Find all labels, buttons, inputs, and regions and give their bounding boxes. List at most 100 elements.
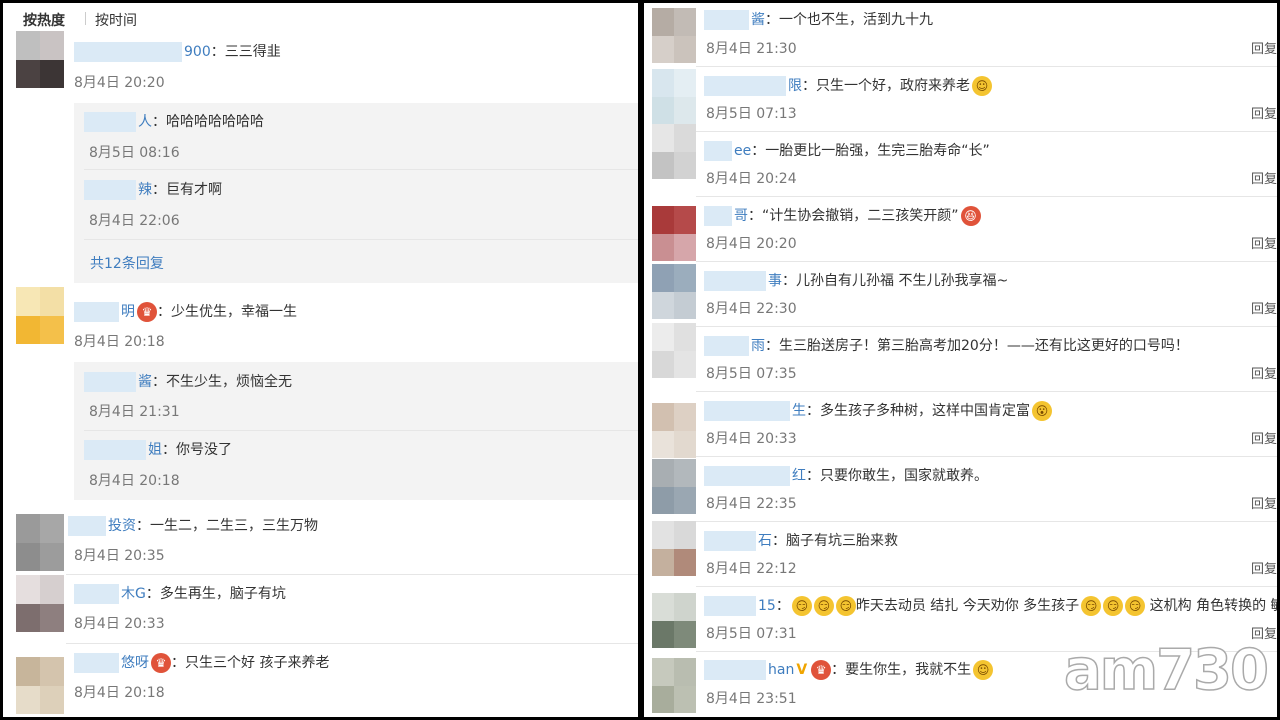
view-all-replies-link[interactable]: 共12条回复 (90, 253, 164, 273)
comment-line: 哥：“计生协会撤销，二三孩笑开颜” 😆 (704, 205, 981, 226)
blurred-username (74, 653, 119, 673)
avatar[interactable] (16, 287, 64, 344)
blurred-username (704, 401, 790, 421)
reply-text: 巨有才啊 (166, 182, 222, 198)
reply-username[interactable]: 姐 (148, 442, 162, 458)
comment-username[interactable]: 石 (758, 533, 772, 549)
avatar[interactable] (652, 521, 696, 576)
blurred-username (704, 531, 756, 551)
comment-username[interactable]: 900 (184, 44, 211, 60)
avatar[interactable] (652, 323, 696, 378)
reply-button[interactable]: 回复 (1251, 558, 1277, 577)
divider (84, 169, 638, 170)
comment-text: “计生协会撤销，二三孩笑开颜” (762, 208, 959, 224)
reply-username[interactable]: 辣 (138, 182, 152, 198)
avatar[interactable] (652, 593, 696, 648)
avatar[interactable] (652, 69, 696, 124)
comment-text: 一生二，二生三，三生万物 (150, 518, 318, 534)
avatar[interactable] (16, 514, 64, 571)
comment-username[interactable]: 投资 (108, 518, 136, 534)
avatar[interactable] (16, 657, 64, 714)
blurred-username (704, 206, 732, 226)
divider (696, 521, 1277, 522)
smirk-emoji-icon: 😏 (791, 596, 812, 616)
avatar[interactable] (652, 8, 696, 63)
reply-time: 8月5日 08:16 (89, 145, 180, 161)
comment-line: 投资：一生二，二生三，三生万物 (68, 515, 318, 536)
comment-time: 8月4日 23:51 (706, 691, 797, 707)
avatar[interactable] (652, 124, 696, 179)
emoji-icon: ☺ (973, 660, 994, 680)
blurred-username (704, 271, 766, 291)
comment-time: 8月5日 07:13 (706, 106, 797, 122)
laughing-emoji-icon: 😆 (960, 206, 981, 226)
avatar[interactable] (652, 264, 696, 319)
comment-line: 明 ♛ ：少生优生，幸福一生 (74, 301, 297, 322)
comment-username[interactable]: 木G (121, 586, 146, 602)
blurred-username (704, 596, 756, 616)
tab-divider (85, 12, 86, 25)
blurred-username (704, 336, 749, 356)
reply-username[interactable]: 人 (138, 114, 152, 130)
avatar[interactable] (16, 31, 64, 88)
comment-username[interactable]: 红 (792, 468, 806, 484)
comment-username[interactable]: 悠呀 (121, 655, 149, 671)
blurred-username (74, 584, 119, 604)
comment-text: 少生优生，幸福一生 (171, 304, 297, 320)
comment-line: 悠呀 ♛ ：只生三个好 孩子来养老 (74, 652, 329, 673)
reply-line: 辣：巨有才啊 (84, 179, 222, 200)
comment-line: 限：只生一个好，政府来养老 ☺ (704, 75, 992, 96)
comment-time: 8月5日 07:35 (706, 366, 797, 382)
reply-button[interactable]: 回复 (1251, 363, 1277, 382)
avatar[interactable] (652, 403, 696, 458)
comment-time: 8月4日 20:35 (74, 548, 165, 564)
comment-username[interactable]: 15 (758, 598, 776, 614)
avatar[interactable] (16, 575, 64, 632)
blurred-username (84, 180, 136, 200)
blurred-username (68, 516, 106, 536)
avatar[interactable] (652, 206, 696, 261)
reply-button[interactable]: 回复 (1251, 428, 1277, 447)
smirk-emoji-icon: 😏 (1081, 596, 1102, 616)
reply-username[interactable]: 酱 (138, 374, 152, 390)
comment-username[interactable]: 限 (788, 78, 802, 94)
reply-button[interactable]: 回复 (1251, 493, 1277, 512)
divider (696, 131, 1277, 132)
comment-line: 900：三三得韭 (74, 41, 281, 62)
comment-username[interactable]: han (768, 662, 794, 678)
reply-button[interactable]: 回复 (1251, 233, 1277, 252)
comment-text-cont: 这机构 角色转换的 敏 (1149, 598, 1277, 614)
avatar[interactable] (652, 459, 696, 514)
tab-sort-by-hot[interactable]: 按热度 (23, 10, 65, 30)
blurred-username (704, 466, 790, 486)
comment-username[interactable]: 酱 (751, 12, 765, 28)
comment-username[interactable]: ee (734, 143, 751, 159)
comment-time: 8月4日 22:12 (706, 561, 797, 577)
blurred-username (84, 372, 136, 392)
avatar[interactable] (652, 658, 696, 713)
comment-username[interactable]: 生 (792, 403, 806, 419)
divider (696, 196, 1277, 197)
comment-text: 一个也不生，活到九十九 (779, 12, 933, 28)
comment-username[interactable]: 哥 (734, 208, 748, 224)
verified-v-icon: V (796, 662, 808, 678)
comment-time: 8月4日 22:35 (706, 496, 797, 512)
comment-username[interactable]: 事 (768, 273, 782, 289)
right-comment-panel: 酱：一个也不生，活到九十九 8月4日 21:30 回复 限：只生一个好，政府来养… (644, 3, 1277, 717)
comment-line: 红：只要你敢生，国家就敢养。 (704, 465, 988, 486)
reply-time: 8月4日 22:06 (89, 213, 180, 229)
comment-time: 8月4日 21:30 (706, 41, 797, 57)
tab-sort-by-time[interactable]: 按时间 (95, 10, 137, 30)
reply-button[interactable]: 回复 (1251, 168, 1277, 187)
comment-username[interactable]: 雨 (751, 338, 765, 354)
blurred-username (704, 141, 732, 161)
comment-text: 三三得韭 (224, 44, 281, 60)
reply-button[interactable]: 回复 (1251, 103, 1277, 122)
comment-line: 雨：生三胎送房子！第三胎高考加20分！——还有比这更好的口号吗！ (704, 335, 1189, 356)
reply-button[interactable]: 回复 (1251, 38, 1277, 57)
comment-text: 只生三个好 孩子来养老 (185, 655, 330, 671)
divider (696, 391, 1277, 392)
divider (84, 430, 638, 431)
comment-username[interactable]: 明 (121, 304, 135, 320)
reply-button[interactable]: 回复 (1251, 298, 1277, 317)
